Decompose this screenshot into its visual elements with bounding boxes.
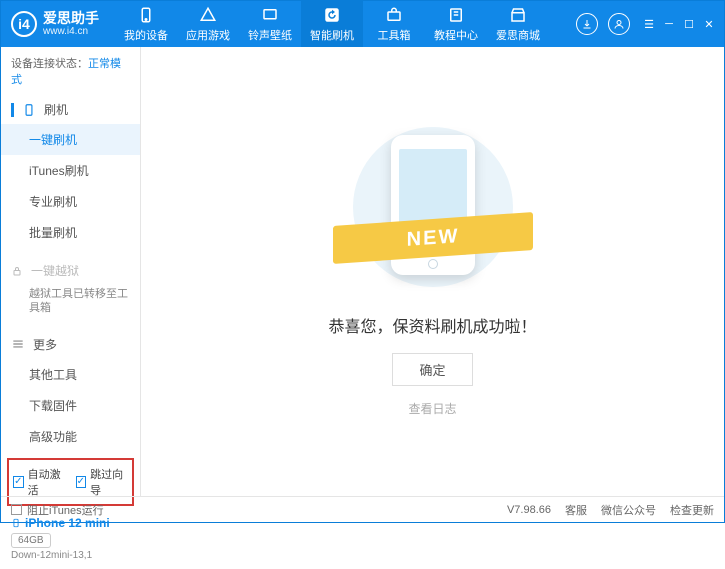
- sidebar-item-advanced[interactable]: 高级功能: [1, 421, 140, 452]
- user-icon: [613, 18, 625, 30]
- nav-smart-flash[interactable]: 智能刷机: [301, 1, 363, 47]
- sidebar-header-jailbreak: 一键越狱: [1, 256, 140, 285]
- sidebar-header-more: 更多: [1, 330, 140, 359]
- wechat-link[interactable]: 微信公众号: [601, 502, 656, 518]
- list-icon: [11, 337, 25, 351]
- nav-tutorials[interactable]: 教程中心: [425, 1, 487, 47]
- minimize-button[interactable]: ─: [662, 17, 676, 31]
- success-illustration: NEW: [343, 127, 523, 287]
- menu-button[interactable]: ☰: [642, 17, 656, 31]
- sidebar-header-flash: 刷机: [1, 95, 140, 124]
- sidebar-item-oneclick[interactable]: 一键刷机: [1, 124, 140, 155]
- store-icon: [509, 6, 527, 24]
- lock-icon: [11, 265, 23, 277]
- download-button[interactable]: [576, 13, 598, 35]
- brand: i4 爱思助手 www.i4.cn: [1, 11, 115, 37]
- checkbox-skip-guide[interactable]: ✓ 跳过向导: [76, 466, 129, 498]
- nav-toolbox[interactable]: 工具箱: [363, 1, 425, 47]
- connection-status: 设备连接状态：正常模式: [1, 47, 140, 95]
- apps-icon: [199, 6, 217, 24]
- app-window: i4 爱思助手 www.i4.cn 我的设备 应用游戏 铃声壁纸 智能刷机: [0, 0, 725, 523]
- download-icon: [581, 18, 593, 30]
- sidebar-item-batch[interactable]: 批量刷机: [1, 217, 140, 248]
- checkbox-auto-activate[interactable]: ✓ 自动激活: [13, 466, 66, 498]
- main-nav: 我的设备 应用游戏 铃声壁纸 智能刷机 工具箱 教程中心: [115, 1, 564, 47]
- check-update-link[interactable]: 检查更新: [670, 502, 714, 518]
- sidebar-item-itunes[interactable]: iTunes刷机: [1, 155, 140, 186]
- phone-small-icon: [22, 103, 36, 117]
- block-itunes-label: 阻止iTunes运行: [27, 502, 104, 518]
- check-icon: ✓: [13, 476, 24, 488]
- confirm-button[interactable]: 确定: [392, 353, 472, 386]
- user-button[interactable]: [608, 13, 630, 35]
- brand-title: 爱思助手: [43, 11, 99, 26]
- refresh-icon: [323, 6, 341, 24]
- toolbox-icon: [385, 6, 403, 24]
- view-log-link[interactable]: 查看日志: [408, 400, 456, 417]
- jailbreak-note: 越狱工具已转移至工具箱: [1, 285, 140, 322]
- book-icon: [447, 6, 465, 24]
- customer-service-link[interactable]: 客服: [565, 502, 587, 518]
- main-content: NEW 恭喜您，保资料刷机成功啦！ 确定 查看日志: [141, 47, 724, 496]
- nav-store[interactable]: 爱思商城: [487, 1, 549, 47]
- sidebar-item-download[interactable]: 下载固件: [1, 390, 140, 421]
- title-bar: i4 爱思助手 www.i4.cn 我的设备 应用游戏 铃声壁纸 智能刷机: [1, 1, 724, 47]
- sidebar-item-pro[interactable]: 专业刷机: [1, 186, 140, 217]
- window-controls: ☰ ─ ☐ ✕: [642, 17, 724, 31]
- device-sub: Down-12mini-13,1: [11, 550, 130, 561]
- nav-ringtones[interactable]: 铃声壁纸: [239, 1, 301, 47]
- maximize-button[interactable]: ☐: [682, 17, 696, 31]
- version-label: V7.98.66: [507, 504, 551, 516]
- nav-my-device[interactable]: 我的设备: [115, 1, 177, 47]
- close-button[interactable]: ✕: [702, 17, 716, 31]
- phone-icon: [137, 6, 155, 24]
- nav-apps-games[interactable]: 应用游戏: [177, 1, 239, 47]
- sidebar-item-other[interactable]: 其他工具: [1, 359, 140, 390]
- sidebar: 设备连接状态：正常模式 刷机 一键刷机 iTunes刷机 专业刷机 批量刷机 一…: [1, 47, 141, 496]
- checkbox-block-itunes[interactable]: [11, 504, 22, 515]
- wallpaper-icon: [261, 6, 279, 24]
- check-icon: ✓: [76, 476, 87, 488]
- storage-badge: 64GB: [11, 533, 51, 548]
- brand-url: www.i4.cn: [43, 26, 99, 37]
- status-bar: 阻止iTunes运行 V7.98.66 客服 微信公众号 检查更新: [1, 496, 724, 522]
- success-message: 恭喜您，保资料刷机成功啦！: [328, 313, 536, 337]
- logo-icon: i4: [11, 11, 37, 37]
